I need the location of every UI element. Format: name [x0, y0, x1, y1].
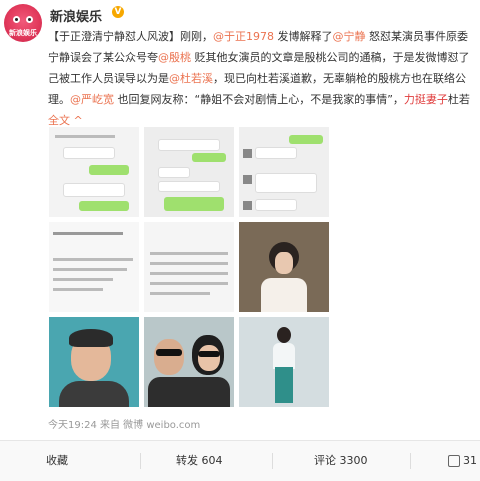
comment-screenshot-2[interactable]: [144, 222, 234, 312]
body-shape: [273, 343, 295, 369]
avatar-label: 新浪娱乐: [9, 29, 37, 37]
face-shape: [154, 339, 184, 375]
text-segment: 【于正澄清宁静怼人风波】刚刚，: [48, 30, 213, 43]
text-segment: 贬其他女演员的文章是殷桃公司的通稿，于是发微博怼了: [191, 51, 470, 64]
chat-avatar: [243, 149, 252, 158]
chat-screenshot-2[interactable]: [144, 127, 234, 217]
chat-bubble: [158, 181, 220, 192]
text-line: [150, 262, 228, 265]
text-segment: ，现已向杜若溪道歉，无辜躺枪的殷桃方也在联络公: [213, 72, 466, 85]
mention-link[interactable]: @于正1978: [213, 30, 274, 43]
author-name[interactable]: 新浪娱乐: [50, 6, 102, 25]
avatar-eye-left: [13, 16, 20, 23]
mention-link[interactable]: 全文 ^: [48, 114, 83, 127]
text-line: [150, 282, 228, 285]
divider: [272, 453, 273, 469]
text-line: [150, 252, 228, 255]
text-segment: 也回复网友称：“静姐不会对剧情上心，不是我家的事情”，: [114, 93, 404, 106]
face-shape: [275, 252, 293, 274]
face-shape: [198, 345, 220, 371]
chat-bubble: [63, 183, 125, 197]
skirt-shape: [275, 367, 293, 403]
like-button[interactable]: 31: [448, 441, 477, 481]
body-shape: [148, 377, 230, 407]
post-text-line: 己被工作人员误导以为是@杜若溪，现已向杜若溪道歉，无辜躺枪的殷桃方也在联络公: [48, 68, 478, 89]
photo-woman-standing[interactable]: [239, 317, 329, 407]
mention-link[interactable]: @严屹宽: [70, 93, 114, 106]
favorite-button[interactable]: 收藏: [46, 441, 68, 481]
hair-shape: [69, 329, 113, 347]
thumb-up-icon: [448, 455, 460, 467]
text-line: [53, 288, 103, 291]
chat-bubble: [89, 165, 129, 175]
text-segment: 理。: [48, 93, 70, 106]
chat-bubble: [289, 135, 323, 144]
text-line: [53, 232, 123, 235]
text-line: [53, 268, 127, 271]
sunglasses-shape: [198, 351, 220, 357]
chat-bubble: [79, 201, 129, 211]
chat-bubble: [158, 139, 220, 151]
chat-bubble: [255, 173, 317, 193]
text-line: [150, 272, 228, 275]
mention-link[interactable]: @殷桃: [158, 51, 191, 64]
action-bar: 收藏 转发 604 评论 3300 31: [0, 440, 480, 481]
chat-avatar: [243, 201, 252, 210]
photo-couple-sunglasses[interactable]: [144, 317, 234, 407]
chat-bubble: [255, 147, 297, 159]
text-line: [150, 292, 210, 295]
post-text: 【于正澄清宁静怼人风波】刚刚，@于正1978 发博解释了@宁静 怒怼某演员事件原…: [48, 26, 478, 131]
post-text-line: 理。@严屹宽 也回复网友称：“静姐不会对剧情上心，不是我家的事情”，力挺妻子杜若: [48, 89, 478, 110]
chat-bubble: [164, 197, 224, 211]
avatar[interactable]: 新浪娱乐: [4, 4, 42, 42]
avatar-eye-right: [26, 16, 33, 23]
repost-button[interactable]: 转发 604: [176, 441, 223, 481]
text-line: [53, 278, 113, 281]
chat-bubble: [63, 147, 115, 159]
chat-bubble: [158, 167, 190, 178]
verified-badge-icon: V: [112, 6, 124, 18]
mention-link[interactable]: @宁静: [333, 30, 366, 43]
text-segment: 怒怼某演员事件原委: [365, 30, 468, 43]
text-segment: 己被工作人员误导以为是: [48, 72, 169, 85]
body-shape: [59, 381, 129, 407]
photo-man-selfie[interactable]: [49, 317, 139, 407]
post-timestamp: 今天19:24 来自 微博 weibo.com: [48, 420, 201, 431]
mention-link[interactable]: @杜若溪: [169, 72, 213, 85]
text-segment: 发博解释了: [274, 30, 333, 43]
divider: [140, 453, 141, 469]
text-line: [55, 135, 115, 138]
text-line: [53, 258, 133, 261]
chat-bubble: [192, 153, 226, 162]
comment-screenshot-1[interactable]: [49, 222, 139, 312]
body-shape: [261, 278, 307, 312]
chat-bubble: [255, 199, 297, 211]
highlight-text: 力挺妻子: [403, 93, 448, 106]
post-text-line: 【于正澄清宁静怼人风波】刚刚，@于正1978 发博解释了@宁静 怒怼某演员事件原…: [48, 26, 478, 47]
image-grid: [49, 127, 329, 409]
photo-woman-dark-hair[interactable]: [239, 222, 329, 312]
divider: [410, 453, 411, 469]
comment-button[interactable]: 评论 3300: [314, 441, 368, 481]
sunglasses-shape: [156, 349, 182, 356]
text-segment: 杜若: [447, 93, 470, 106]
like-count: 31: [463, 454, 477, 467]
chat-avatar: [243, 175, 252, 184]
post-text-line: 宁静误会了某公众号夸@殷桃 贬其他女演员的文章是殷桃公司的通稿，于是发微博怼了: [48, 47, 478, 68]
head-shape: [277, 327, 291, 343]
chat-screenshot-3[interactable]: [239, 127, 329, 217]
text-segment: 宁静误会了某公众号夸: [48, 51, 158, 64]
chat-screenshot-1[interactable]: [49, 127, 139, 217]
